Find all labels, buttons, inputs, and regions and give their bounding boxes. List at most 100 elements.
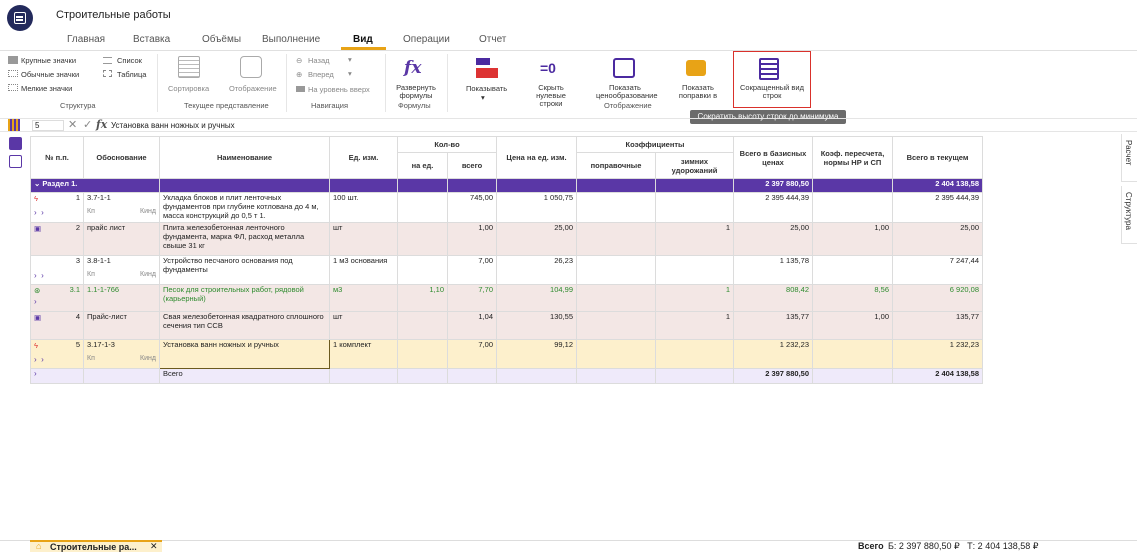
forward-icon: ⊕ — [296, 70, 303, 79]
col-qty-unit[interactable]: на ед. — [397, 152, 448, 179]
level-up-icon — [296, 86, 305, 92]
table-row[interactable]: ϟ 1 › › 3.7-1-1 Кп Кинд Укладка блоков и пли… — [30, 192, 983, 223]
app-logo[interactable] — [7, 5, 33, 31]
work-icon: ϟ — [34, 194, 38, 203]
list-icon — [103, 57, 112, 64]
corrections-button[interactable]: Показать поправки в — [676, 84, 720, 100]
forward-button[interactable]: Вперед — [308, 70, 334, 79]
row-name: Устройство песчаного основания под фунда… — [159, 255, 330, 285]
chevron-down-icon[interactable]: ⌄ — [34, 180, 40, 189]
tab-execution[interactable]: Выполнение — [262, 34, 320, 45]
side-tab-calc[interactable]: Расчет — [1121, 134, 1137, 182]
formula-input[interactable]: Установка ванн ножных и ручных — [111, 121, 1011, 130]
back-button[interactable]: Назад — [308, 56, 330, 65]
col-coef-winter[interactable]: зимних удорожаний — [655, 152, 734, 179]
compact-rows-icon — [759, 58, 779, 80]
col-coef[interactable]: Коэффициенты — [576, 136, 734, 153]
col-recalc[interactable]: Коэф. пересчета, нормы НР и СП — [812, 136, 893, 179]
work-icon: ϟ — [34, 341, 38, 350]
col-basis[interactable]: Обоснование — [83, 136, 160, 179]
section-row[interactable]: ⌄ Раздел 1. 2 397 880,50 2 404 138,58 — [30, 178, 983, 193]
sort-button[interactable]: Сортировка — [168, 84, 209, 93]
table-row[interactable]: ⊛ 3.1 › 1.1-1-766 Песок для строительных р… — [30, 284, 983, 312]
table-row[interactable]: ▣ 2 прайс лист Плита железобетонная ленто… — [30, 222, 983, 256]
total-row[interactable]: › Всего 2 397 880,50 2 404 138,58 — [30, 368, 983, 384]
back-dropdown-icon[interactable]: ▾ — [348, 55, 352, 64]
large-icons-button[interactable]: Крупные значки — [21, 56, 76, 65]
resource-icon: ⊛ — [34, 286, 41, 295]
material-icon: ▣ — [34, 313, 42, 322]
formula-fx-icon: fx — [404, 58, 422, 78]
close-tab-icon[interactable]: ✕ — [150, 541, 158, 552]
display-button[interactable]: Отображение — [229, 84, 277, 93]
large-icons-icon — [8, 56, 18, 64]
hide-zero-icon: =0 — [540, 60, 556, 76]
grid-select-icon[interactable] — [8, 119, 20, 131]
side-tab-structure[interactable]: Структура — [1121, 186, 1137, 244]
total-base: 2 397 880,50 — [733, 368, 813, 384]
compact-view-button[interactable]: Сокращенный вид строк — [733, 51, 811, 108]
col-price[interactable]: Цена на ед. изм. — [496, 136, 577, 179]
estimate-table: № п.п. Обоснование Наименование Ед. изм.… — [30, 136, 983, 384]
table-row[interactable]: 3 › › 3.8-1-1 Кп Кинд Устройство песчаного … — [30, 255, 983, 285]
sort-icon — [178, 56, 200, 78]
row-name: Укладка блоков и плит ленточных фундамен… — [159, 192, 330, 223]
forward-dropdown-icon[interactable]: ▾ — [348, 69, 352, 78]
col-current-total[interactable]: Всего в текущем — [892, 136, 983, 179]
col-qty-total[interactable]: всего — [447, 152, 497, 179]
hide-zero-rows-button[interactable]: Скрыть нулевые строки — [526, 84, 576, 108]
back-icon: ⊖ — [296, 56, 303, 65]
grid-view-icon[interactable] — [9, 155, 22, 168]
chevron-right-icon[interactable]: › › — [34, 355, 80, 364]
row-name: Плита железобетонная ленточного фундамен… — [159, 222, 330, 256]
table-button[interactable]: Таблица — [117, 70, 146, 79]
col-num[interactable]: № п.п. — [30, 136, 84, 179]
display-icon — [240, 56, 262, 78]
total-label: Всего — [159, 368, 330, 384]
group-label-current-view: Текущее представление — [184, 101, 269, 110]
col-unit[interactable]: Ед. изм. — [329, 136, 398, 179]
small-icons-button[interactable]: Мелкие значки — [21, 84, 72, 93]
normal-icons-button[interactable]: Обычные значки — [21, 70, 79, 79]
total-current: 2 404 138,58 — [892, 368, 983, 384]
pricing-button[interactable]: Показать ценообразование — [596, 84, 658, 100]
tab-report[interactable]: Отчет — [479, 34, 506, 45]
status-total-label: Всего — [858, 541, 884, 551]
col-base-total[interactable]: Всего в базисных ценах — [733, 136, 813, 179]
row-name: Песок для строительных работ, рядовой (к… — [159, 284, 330, 312]
show-icon — [476, 58, 490, 65]
row-name-active-cell[interactable]: Установка ванн ножных и ручных — [159, 339, 330, 369]
cell-ref-input[interactable]: 5 — [32, 120, 64, 131]
table-row-selected[interactable]: ϟ 5 › › 3.17-1-3 Кп Кинд Установка ванн ножн… — [30, 339, 983, 369]
col-coef-corr[interactable]: поправочные — [576, 152, 656, 179]
document-tab[interactable]: ⌂ Строительные ра... ✕ — [30, 540, 162, 552]
home-icon: ⌂ — [36, 541, 42, 551]
confirm-icon[interactable]: ✓ — [83, 118, 92, 131]
col-qty[interactable]: Кол-во — [397, 136, 497, 153]
expand-formulas-button[interactable]: Развернуть формулы — [394, 84, 438, 100]
table-icon — [103, 70, 112, 77]
list-button[interactable]: Список — [117, 56, 142, 65]
show-dropdown-icon[interactable]: ▾ — [481, 93, 485, 102]
chevron-right-icon[interactable]: › › — [34, 271, 80, 280]
group-label-structure: Структура — [60, 101, 96, 110]
table-row[interactable]: ▣ 4 Прайс-лист Свая железобетонная квадра… — [30, 311, 983, 340]
chevron-right-icon[interactable]: › — [34, 370, 37, 379]
tab-volumes[interactable]: Объёмы — [202, 34, 241, 45]
tab-view[interactable]: Вид — [353, 34, 373, 45]
col-name[interactable]: Наименование — [159, 136, 330, 179]
normal-icons-icon — [8, 70, 18, 77]
tab-insert[interactable]: Вставка — [133, 34, 170, 45]
cancel-icon[interactable]: ✕ — [68, 118, 77, 131]
row-name: Свая железобетонная квадратного сплошног… — [159, 311, 330, 340]
show-button[interactable]: Показывать — [466, 84, 507, 93]
level-up-button[interactable]: На уровень вверх — [308, 85, 370, 94]
tab-home[interactable]: Главная — [67, 34, 105, 45]
status-total-values: Б: 2 397 880,50 ₽ Т: 2 404 138,58 ₽ — [888, 541, 1039, 551]
section-label: Раздел 1. — [42, 179, 78, 189]
view-toggle-icon[interactable] — [9, 137, 22, 150]
chevron-right-icon[interactable]: › › — [34, 208, 80, 217]
section-base-total: 2 397 880,50 — [733, 178, 813, 193]
tab-operations[interactable]: Операции — [403, 34, 450, 45]
chevron-right-icon[interactable]: › — [34, 297, 80, 306]
